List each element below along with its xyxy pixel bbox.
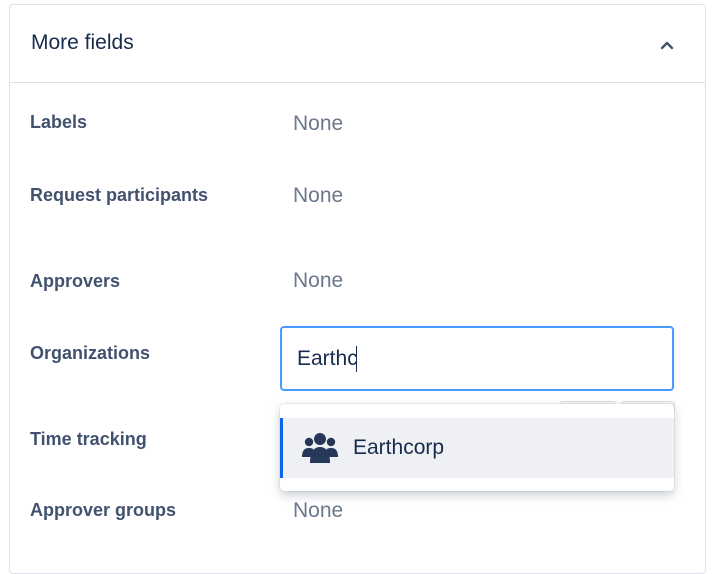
- organizations-label: Organizations: [30, 343, 151, 363]
- labels-field-value[interactable]: None: [293, 112, 343, 136]
- approver-groups-label: Approver groups: [30, 500, 177, 520]
- dropdown-option-earthcorp[interactable]: Earthcorp: [280, 418, 674, 478]
- approver-groups-value[interactable]: None: [293, 499, 343, 523]
- people-group-icon: [302, 433, 338, 463]
- dropdown-option-label: Earthcorp: [353, 436, 445, 459]
- organizations-input[interactable]: Earthc: [280, 326, 674, 391]
- approvers-label: Approvers: [30, 271, 121, 291]
- collapse-button[interactable]: [651, 29, 683, 61]
- request-participants-value[interactable]: None: [293, 184, 343, 208]
- time-tracking-label: Time tracking: [30, 429, 147, 449]
- panel-header[interactable]: More fields: [10, 5, 705, 83]
- labels-field-label: Labels: [30, 112, 88, 132]
- organizations-dropdown: Earthcorp: [280, 404, 674, 491]
- panel-title: More fields: [31, 31, 134, 54]
- text-caret: [355, 345, 357, 372]
- request-participants-label: Request participants: [30, 185, 209, 205]
- chevron-up-icon: [660, 41, 674, 50]
- organizations-input-text: Earthc: [297, 346, 358, 370]
- approvers-value[interactable]: None: [293, 269, 343, 293]
